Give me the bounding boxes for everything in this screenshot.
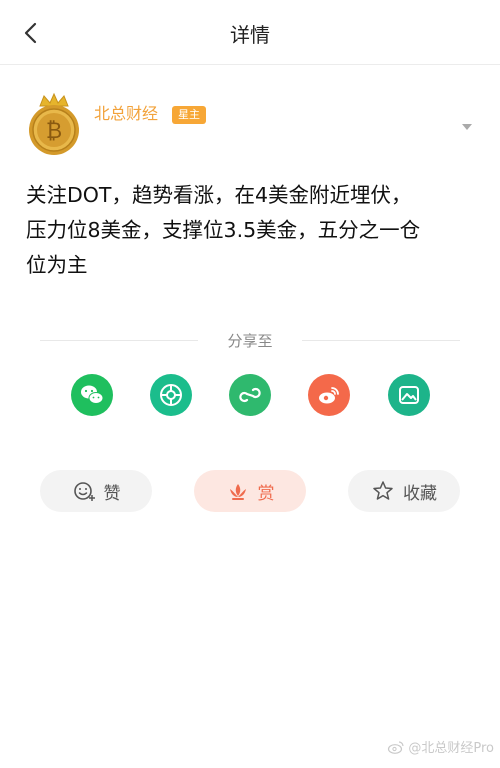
- mini-program-icon: [239, 387, 261, 403]
- like-button[interactable]: 赞: [40, 470, 152, 512]
- weibo-watermark-icon: [388, 740, 404, 754]
- share-wechat-button[interactable]: [71, 374, 113, 416]
- favorite-label: 收藏: [403, 483, 437, 504]
- wechat-icon: [81, 385, 104, 404]
- page-title: 详情: [230, 23, 270, 47]
- lotus-icon: [229, 484, 246, 500]
- like-label: 赞: [103, 483, 121, 504]
- share-moments-button[interactable]: [150, 374, 192, 416]
- share-image-button[interactable]: [388, 374, 430, 416]
- owner-badge: 星主: [172, 106, 206, 124]
- favorite-button[interactable]: 收藏: [348, 470, 460, 512]
- smile-add-icon: [73, 482, 95, 501]
- author-name[interactable]: 北总财经: [94, 100, 158, 124]
- chevron-down-icon[interactable]: [458, 118, 476, 136]
- top-bar: 详情: [0, 0, 500, 65]
- reward-label: 赏: [257, 483, 275, 504]
- weibo-icon: [319, 387, 339, 404]
- post-line: 位为主: [26, 253, 88, 277]
- star-icon: [373, 481, 393, 500]
- post-line: 关注DOT，趋势看涨，在4美金附近埋伏，: [26, 183, 412, 207]
- watermark: @北总财经Pro: [387, 737, 494, 756]
- reward-button[interactable]: 赏: [194, 470, 306, 512]
- share-weibo-button[interactable]: [308, 374, 350, 416]
- watermark-text: @北总财经Pro: [408, 741, 494, 756]
- svg-text:₿: ₿: [46, 119, 62, 144]
- author-row: ₿ 北总财经 星主: [24, 92, 476, 156]
- divider-right: [302, 340, 460, 341]
- moments-icon: [160, 384, 182, 406]
- post-line: 压力位8美金，支撑位3.5美金，五分之一仓: [26, 218, 421, 242]
- post-content: 关注DOT，趋势看涨，在4美金附近埋伏， 压力位8美金，支撑位3.5美金，五分之…: [26, 178, 476, 283]
- image-icon: [399, 386, 419, 404]
- avatar[interactable]: ₿: [24, 92, 84, 156]
- share-mini-program-button[interactable]: [229, 374, 271, 416]
